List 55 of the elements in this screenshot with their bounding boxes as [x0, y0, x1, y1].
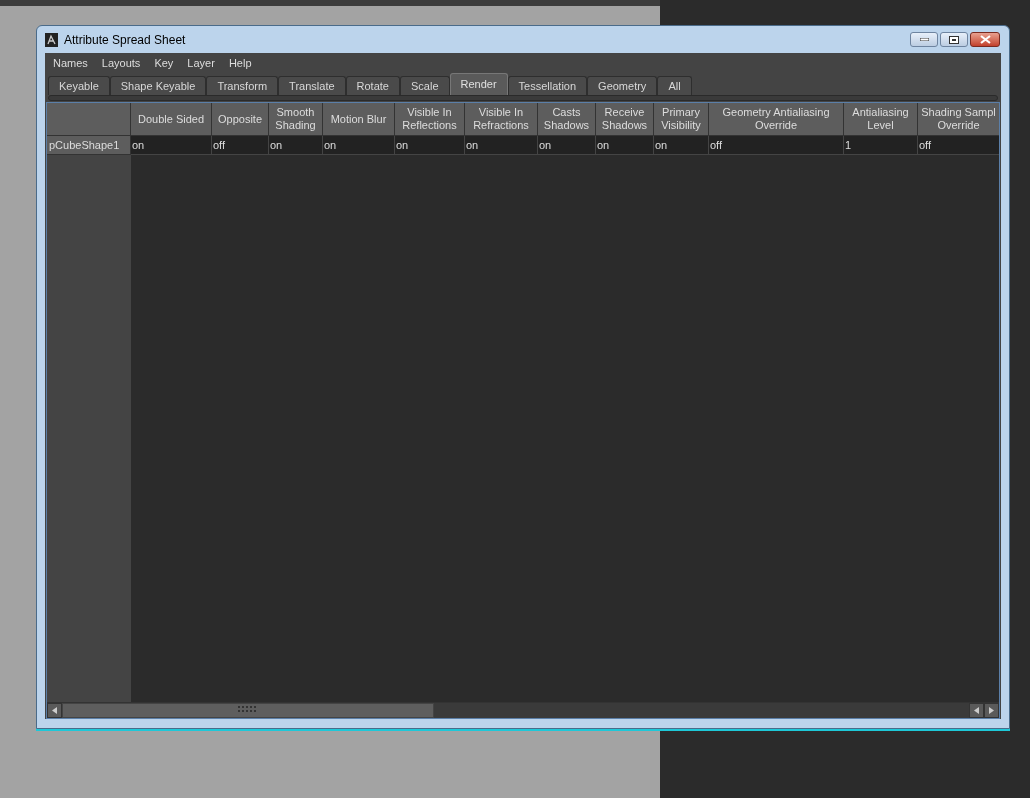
table-cell[interactable]: 1: [844, 136, 918, 155]
left-arrow-icon: [974, 706, 979, 714]
right-arrow-icon: [989, 706, 994, 714]
scroll-right-button[interactable]: [984, 702, 999, 718]
table-cell[interactable]: off: [918, 136, 999, 155]
table-cell[interactable]: on: [596, 136, 654, 155]
table-cell[interactable]: on: [131, 136, 212, 155]
column-header[interactable]: Antialiasing Level: [844, 103, 918, 136]
tab[interactable]: Tessellation: [507, 76, 588, 95]
close-icon: [979, 35, 991, 44]
close-button[interactable]: [970, 32, 1000, 47]
column-header[interactable]: Shading Sampl Override: [918, 103, 999, 136]
tab[interactable]: All: [657, 76, 692, 95]
minimize-icon: [919, 38, 929, 41]
grip-icon: [238, 705, 258, 715]
menu-item[interactable]: Names: [53, 54, 88, 72]
tab[interactable]: Geometry: [587, 76, 658, 95]
menu-item[interactable]: Key: [154, 54, 174, 72]
column-header[interactable]: Casts Shadows: [538, 103, 596, 136]
table-cell[interactable]: on: [465, 136, 538, 155]
maximize-icon: [949, 35, 959, 44]
tab[interactable]: Scale: [400, 76, 450, 95]
column-header[interactable]: Double Sided: [131, 103, 212, 136]
table-cell[interactable]: off: [212, 136, 269, 155]
tab[interactable]: Render: [449, 73, 508, 95]
table-cell[interactable]: off: [709, 136, 844, 155]
window-title: Attribute Spread Sheet: [64, 31, 186, 49]
table-cell[interactable]: on: [395, 136, 465, 155]
left-arrow-icon: [52, 706, 57, 714]
tab[interactable]: Rotate: [345, 76, 400, 95]
column-header[interactable]: Visible In Refractions: [465, 103, 538, 136]
column-header[interactable]: Primary Visibility: [654, 103, 709, 136]
table-cell[interactable]: on: [269, 136, 323, 155]
column-header[interactable]: Geometry Antialiasing Override: [709, 103, 844, 136]
column-header[interactable]: Receive Shadows: [596, 103, 654, 136]
tab[interactable]: Transform: [206, 76, 279, 95]
row-header[interactable]: pCubeShape1: [47, 136, 131, 155]
maximize-button[interactable]: [940, 32, 968, 47]
menu-item[interactable]: Help: [228, 54, 252, 72]
app-icon: [45, 32, 58, 47]
table-cell[interactable]: on: [654, 136, 709, 155]
column-header[interactable]: Opposite: [212, 103, 269, 136]
menu-item[interactable]: Layer: [187, 54, 215, 72]
menu-item[interactable]: Layouts: [101, 54, 141, 72]
scrollbar-thumb[interactable]: [62, 702, 434, 718]
tab[interactable]: Shape Keyable: [109, 76, 207, 95]
tab[interactable]: Keyable: [48, 76, 110, 95]
scroll-left-button[interactable]: [969, 702, 984, 718]
scroll-left-button[interactable]: [47, 702, 62, 718]
table-cell[interactable]: on: [538, 136, 596, 155]
table-cell[interactable]: on: [323, 136, 395, 155]
column-header[interactable]: Motion Blur: [323, 103, 395, 136]
column-header[interactable]: Visible In Reflections: [395, 103, 465, 136]
column-header[interactable]: Smooth Shading: [269, 103, 323, 136]
tab[interactable]: Translate: [278, 76, 346, 95]
